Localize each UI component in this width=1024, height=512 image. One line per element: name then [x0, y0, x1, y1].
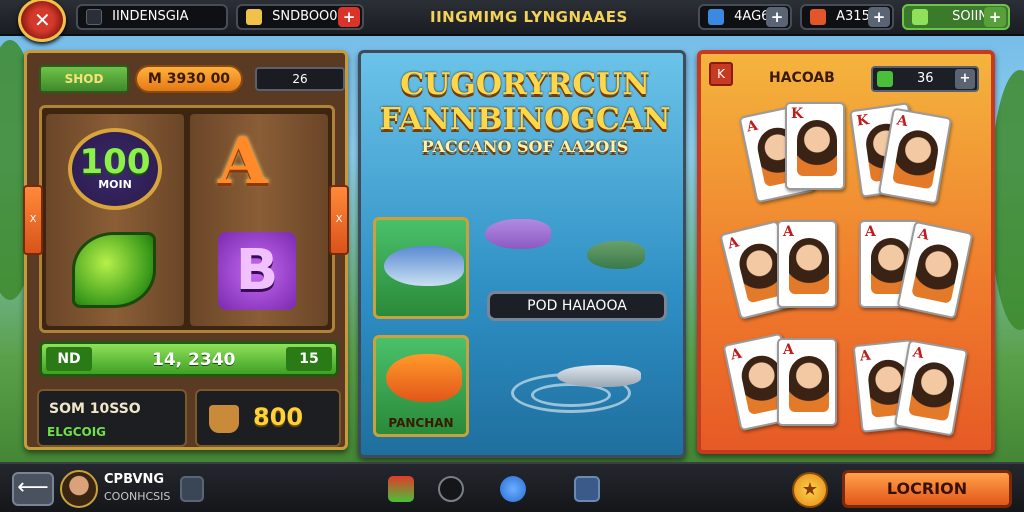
- cash-icon: [877, 71, 893, 87]
- pause-icon: [86, 8, 102, 25]
- region-label: IINDENSGIA: [112, 9, 189, 24]
- reward-box[interactable]: 800: [195, 389, 341, 447]
- card-face-icon: [797, 120, 837, 176]
- play-fishing-button[interactable]: POD HAIAOOA: [487, 291, 667, 321]
- stat-pill-3[interactable]: SOIIN +: [902, 4, 1010, 30]
- symbol-b: B: [218, 232, 296, 310]
- slot-header: SHOD M 3930 00 26: [39, 65, 345, 93]
- settings-ring-icon[interactable]: [438, 476, 464, 502]
- back-button[interactable]: ⟵: [12, 472, 54, 506]
- region-pill[interactable]: IINDENSGIA: [76, 4, 228, 30]
- goldfish-icon: [386, 354, 462, 402]
- bet-bar-right-label[interactable]: 15: [286, 347, 332, 371]
- bonus-box-line1: SOM 10SSO: [49, 401, 141, 417]
- username: CPBVNG: [104, 472, 165, 487]
- fish-tile-2-caption: PANCHAN: [388, 416, 454, 430]
- fishing-game-panel[interactable]: CUGORYRCUN FANNBINOGCAN PACCANO SOF AA2O…: [358, 50, 686, 458]
- fishing-title-line3: PACCANO SOF AA2OIS: [421, 137, 629, 156]
- reel-frame: 100 MOIN A B: [39, 105, 335, 333]
- slot-game-panel[interactable]: SHOD M 3930 00 26 100 MOIN A B X X ND 14…: [23, 50, 349, 450]
- playing-card[interactable]: A: [777, 338, 837, 426]
- cash-icon: [912, 8, 928, 25]
- shop-tag[interactable]: SHOD: [39, 65, 129, 93]
- slot-left-side-button[interactable]: X: [23, 185, 43, 255]
- avatar[interactable]: [60, 470, 98, 508]
- coin-icon: [246, 8, 262, 25]
- user-subtext: COONHCSIS: [104, 490, 171, 503]
- coins-pill[interactable]: SNDBOO0 A +: [236, 4, 364, 30]
- chevron-right-icon[interactable]: [180, 476, 204, 502]
- stat-2-value: A315: [836, 9, 870, 24]
- green-fish-icon: [587, 241, 645, 269]
- bottom-bar: ⟵ CPBVNG COONHCSIS ★ LOCRION: [0, 462, 1024, 512]
- top-bar: IINDENSGIA SNDBOO0 A + IINGMIMG LYNGNAAE…: [0, 0, 1024, 42]
- background-foliage: [990, 70, 1024, 330]
- bonus-box-line2: ELGCOIG: [47, 425, 107, 439]
- close-icon[interactable]: [574, 476, 600, 502]
- reward-value: 800: [253, 403, 304, 431]
- playing-card[interactable]: K: [785, 102, 845, 190]
- symbol-100-moin: 100 MOIN: [68, 128, 162, 210]
- gear-icon[interactable]: [500, 476, 526, 502]
- level-display: 26: [255, 67, 345, 91]
- location-button[interactable]: LOCRION: [842, 470, 1012, 508]
- page-title: IINGMIMG LYNGNAAES: [430, 8, 628, 26]
- reel-right: A B: [190, 114, 328, 326]
- card-panel-add-button[interactable]: +: [955, 69, 975, 89]
- fishing-title-line1: CUGORYRCUN: [400, 67, 650, 102]
- bet-bar[interactable]: ND 14, 2340 15: [39, 341, 339, 377]
- fishing-title: CUGORYRCUN FANNBINOGCAN PACCANO SOF AA2O…: [375, 67, 675, 156]
- tuna-fish-icon: [384, 246, 464, 286]
- add-gems-button[interactable]: +: [766, 7, 788, 27]
- bet-bar-value: 14, 2340: [152, 350, 236, 370]
- chest-icon: [810, 8, 826, 25]
- gem-icon: [708, 8, 724, 25]
- card-panel-badge-icon: K: [709, 62, 733, 86]
- fish-tile-1[interactable]: [373, 217, 469, 319]
- playing-card[interactable]: A: [777, 220, 837, 308]
- symbol-100-number: 100: [79, 142, 151, 182]
- game-logo-icon[interactable]: [18, 0, 66, 42]
- stat-pill-1[interactable]: 4AG6 +: [698, 4, 792, 30]
- card-face-icon: [789, 356, 829, 412]
- card-panel-counter-value: 36: [917, 71, 934, 86]
- jumping-fish-icon: [557, 365, 641, 387]
- add-cash-button[interactable]: +: [984, 7, 1006, 27]
- bet-bar-left-label[interactable]: ND: [46, 347, 92, 371]
- gift-icon[interactable]: [388, 476, 414, 502]
- stat-3-value: SOIIN: [952, 9, 989, 24]
- money-bag-icon: [209, 405, 239, 433]
- stat-1-value: 4AG6: [734, 9, 770, 24]
- slot-right-side-button[interactable]: X: [329, 185, 349, 255]
- stat-pill-2[interactable]: A315 +: [800, 4, 894, 30]
- reel-left: 100 MOIN: [46, 114, 184, 326]
- bonus-box[interactable]: SOM 10SSO ELGCOIG: [37, 389, 187, 447]
- card-panel-title: HACOAB: [769, 70, 835, 86]
- symbol-a: A: [218, 124, 268, 199]
- leaf-symbol-icon: [72, 232, 156, 308]
- card-panel-counter[interactable]: 36 +: [871, 66, 979, 92]
- fishing-title-line2: FANNBINOGCAN: [379, 102, 671, 137]
- favorites-button[interactable]: ★: [792, 472, 828, 508]
- card-face-icon: [892, 127, 942, 190]
- fish-tile-2[interactable]: PANCHAN: [373, 335, 469, 437]
- purple-fish-icon: [485, 219, 551, 249]
- card-game-panel[interactable]: K HACOAB 36 + A K K A A A A A A A A A: [697, 50, 995, 454]
- add-coins-button[interactable]: +: [338, 7, 360, 27]
- add-chest-button[interactable]: +: [868, 7, 890, 27]
- jackpot-tag: M 3930 00: [135, 65, 243, 93]
- card-face-icon: [789, 238, 829, 294]
- card-face-icon: [908, 359, 958, 422]
- card-face-icon: [911, 240, 962, 304]
